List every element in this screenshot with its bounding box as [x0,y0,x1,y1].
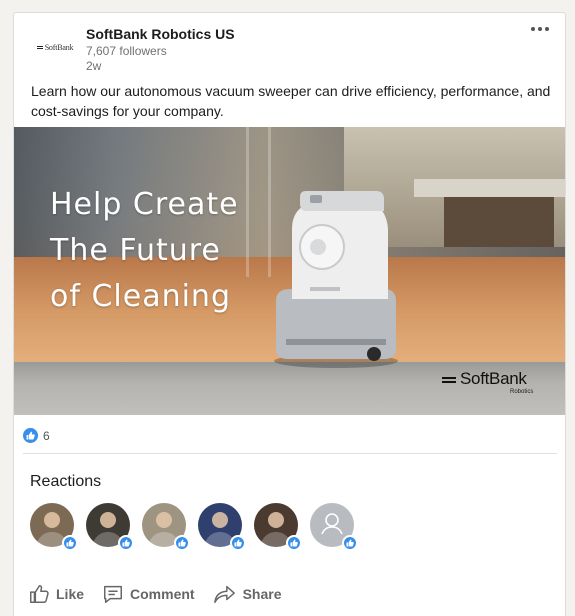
like-button[interactable]: Like [26,579,86,609]
share-arrow-icon [213,585,235,603]
comment-button[interactable]: Comment [100,579,197,609]
company-logo[interactable]: SoftBank [31,27,79,67]
comment-icon [104,585,122,603]
headline-line: The Future [50,233,221,268]
dot-icon [531,27,535,31]
like-badge-icon [342,535,358,551]
image-desk [414,179,565,197]
reactor-avatar[interactable] [30,503,78,551]
banner-brand-logo: SoftBank [442,369,527,389]
banner-headline: Help Create The Future of Cleaning [50,182,290,320]
reaction-summary[interactable]: 6 [23,428,50,443]
share-label: Share [242,586,282,602]
post-header: SoftBank SoftBank Robotics US 7,607 foll… [14,13,565,73]
like-label: Like [56,586,85,602]
reactions-heading: Reactions [30,473,102,490]
like-badge-icon [230,535,246,551]
reactor-avatar[interactable] [198,503,246,551]
reactor-avatar[interactable] [254,503,302,551]
company-logo-text: SoftBank [44,42,74,52]
softbank-mark-icon [442,376,456,383]
dot-icon [538,27,542,31]
like-badge-icon [118,535,134,551]
like-badge-icon [62,535,78,551]
company-name[interactable]: SoftBank Robotics US [86,26,235,42]
thumbs-up-icon [30,585,49,603]
divider [23,453,557,454]
more-options-button[interactable] [531,27,549,31]
headline-line: Help Create [50,187,239,222]
post-card: SoftBank SoftBank Robotics US 7,607 foll… [13,12,566,616]
banner-brand-text: SoftBank [460,369,527,388]
softbank-mark-icon [36,45,43,49]
banner-brand-sub: Robotics [510,389,534,395]
image-shelf [444,197,554,247]
post-image[interactable]: Help Create The Future of Cleaning SoftB… [14,127,565,415]
reactor-avatars [30,503,358,551]
post-text: Learn how our autonomous vacuum sweeper … [31,83,551,119]
reactor-avatar[interactable] [142,503,190,551]
comment-label: Comment [130,586,195,602]
reactor-avatar[interactable] [86,503,134,551]
like-badge-icon [286,535,302,551]
reaction-count: 6 [43,428,50,443]
headline-line: of Cleaning [50,279,231,314]
like-reaction-icon [23,428,38,443]
like-badge-icon [174,535,190,551]
share-button[interactable]: Share [211,579,284,609]
follower-count: 7,607 followers [86,44,167,58]
reactor-avatar[interactable] [310,503,358,551]
vacuum-robot-illustration [274,191,398,368]
post-actions: Like Comment Share [26,579,284,609]
dot-icon [545,27,549,31]
post-age: 2w [86,59,102,73]
